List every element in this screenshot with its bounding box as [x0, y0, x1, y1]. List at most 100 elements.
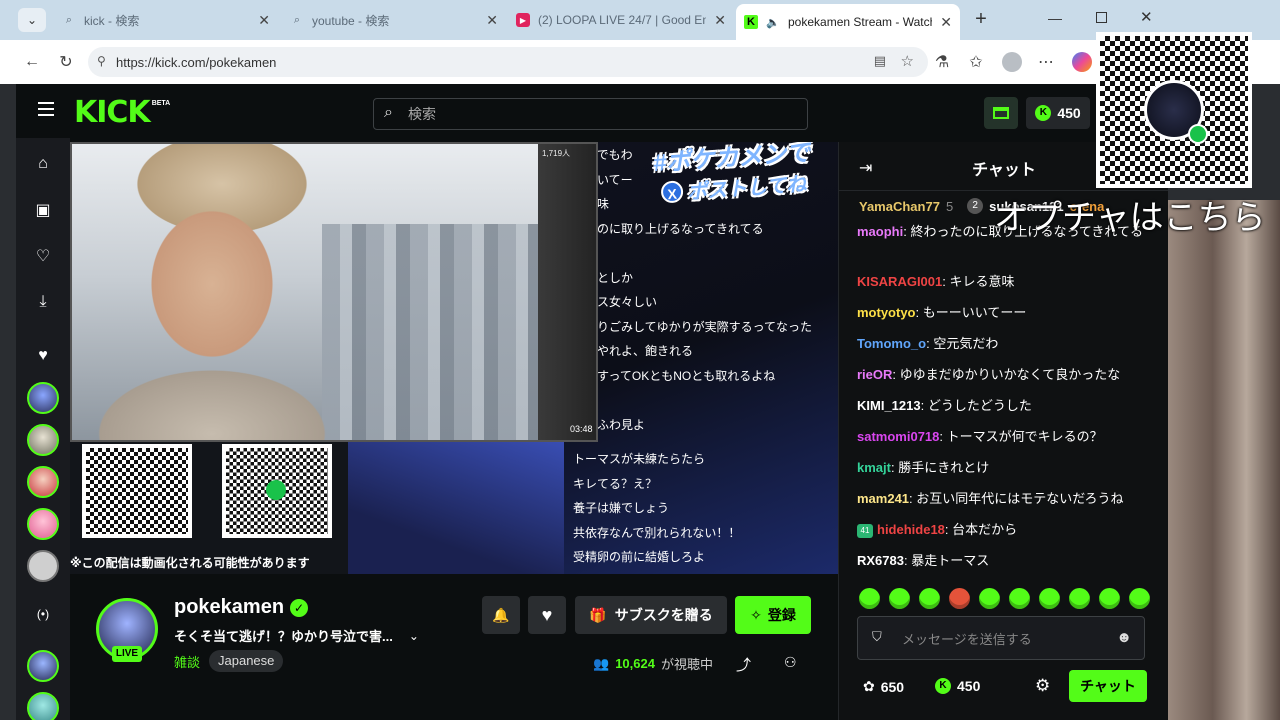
- site-info-icon[interactable]: ⚲: [97, 54, 106, 68]
- browser-tab-1[interactable]: ⌕ kick - 検索 ✕: [54, 6, 278, 34]
- avatar[interactable]: [27, 550, 59, 582]
- search-input[interactable]: ⌕ 検索: [373, 98, 808, 130]
- downloads-icon[interactable]: ⤓: [29, 288, 57, 316]
- rewards-button[interactable]: [984, 97, 1018, 129]
- favorite-star-icon[interactable]: ☆: [901, 52, 914, 70]
- emote-icon[interactable]: [1039, 588, 1060, 609]
- avatar[interactable]: [27, 508, 59, 540]
- channel-name[interactable]: pokekamen ✓: [174, 596, 309, 619]
- desktop-background-photo: [1168, 200, 1280, 720]
- emote-icon[interactable]: [949, 588, 970, 609]
- speaker-icon[interactable]: 🔈: [766, 15, 780, 29]
- close-window-icon[interactable]: ✕: [1140, 8, 1153, 26]
- extensions-icon[interactable]: ⚗: [930, 50, 954, 74]
- chevron-down-icon: ⌄: [26, 13, 38, 27]
- browser-toolbar: ← ↻ ⚲ https://kick.com/pokekamen ▤ ☆ ⚗ ✩…: [0, 40, 1280, 84]
- copilot-icon[interactable]: [1072, 52, 1092, 72]
- chat-username[interactable]: motyotyo: [857, 305, 916, 320]
- chat-username[interactable]: KIMI_1213: [857, 398, 921, 413]
- reader-mode-icon[interactable]: ▤: [874, 53, 886, 69]
- line-logo-icon: [266, 480, 286, 500]
- kick-logo[interactable]: KICK BETA: [74, 96, 170, 130]
- emote-icon[interactable]: [1129, 588, 1150, 609]
- maximize-icon[interactable]: [1096, 12, 1107, 23]
- close-tab-icon[interactable]: ✕: [486, 12, 498, 29]
- send-chat-button[interactable]: チャット: [1069, 670, 1147, 702]
- chevron-down-icon[interactable]: ⌄: [409, 629, 419, 643]
- close-tab-icon[interactable]: ✕: [714, 12, 726, 29]
- browser-tab-4-active[interactable]: K 🔈 pokekamen Stream - Watch L ✕: [736, 4, 960, 40]
- video-player[interactable]: ないでもわーいいてーる意味ったのに取り上げるなってきれてるで？稼ぎとしかーマス女…: [70, 142, 838, 574]
- avatar[interactable]: [27, 692, 59, 720]
- chat-username[interactable]: Tomomo_o: [857, 336, 926, 351]
- emote-icon[interactable]: [919, 588, 940, 609]
- gift-icon: 🎁: [589, 606, 607, 623]
- close-tab-icon[interactable]: ✕: [258, 12, 270, 29]
- chat-input[interactable]: ⛉ メッセージを送信する ☻: [857, 616, 1145, 660]
- pinned-user[interactable]: YamaChan77: [859, 199, 940, 214]
- emoji-icon[interactable]: ☻: [1116, 629, 1132, 646]
- category-tag[interactable]: 雑談: [174, 652, 200, 671]
- clip-icon[interactable]: ⚇: [784, 654, 797, 671]
- openchat-qr-code: [1096, 32, 1252, 188]
- kicks-balance[interactable]: ✿ 650: [863, 678, 904, 695]
- stream-notice: ※この配信は動画化される可能性があります: [70, 556, 310, 570]
- gift-subscription-button[interactable]: 🎁 サブスクを贈る: [575, 596, 727, 634]
- points-button[interactable]: K 450: [1026, 97, 1090, 129]
- emote-icon[interactable]: [889, 588, 910, 609]
- chat-username[interactable]: kmajt: [857, 460, 891, 475]
- chat-username[interactable]: rieOR: [857, 367, 892, 382]
- emote-icon[interactable]: [979, 588, 1000, 609]
- favorite-button[interactable]: ♥: [528, 596, 566, 634]
- chat-settings-icon[interactable]: ⚙: [1035, 676, 1050, 696]
- chat-message: RX6783: 暴走トーマス: [857, 551, 1157, 571]
- window-frame: [538, 144, 596, 440]
- menu-icon[interactable]: [38, 102, 54, 116]
- more-menu-icon[interactable]: ⋯: [1034, 50, 1058, 74]
- avatar[interactable]: [27, 466, 59, 498]
- chat-points-balance[interactable]: K 450: [935, 678, 980, 694]
- avatar[interactable]: [27, 424, 59, 456]
- emote-icon[interactable]: [1009, 588, 1030, 609]
- profile-avatar[interactable]: [1002, 52, 1022, 72]
- minimize-icon[interactable]: —: [1048, 10, 1062, 26]
- notification-button[interactable]: 🔔: [482, 596, 520, 634]
- emote-icon[interactable]: [859, 588, 880, 609]
- stream-title[interactable]: そくそ当て逃げ！？ゆかり号泣で害... ⌄: [174, 626, 419, 645]
- back-icon[interactable]: ←: [20, 50, 44, 74]
- home-icon[interactable]: ⌂: [29, 150, 57, 178]
- emote-icon[interactable]: [1099, 588, 1120, 609]
- language-tag[interactable]: Japanese: [209, 650, 284, 672]
- favorites-icon[interactable]: ✩: [964, 50, 988, 74]
- channel-name-text: pokekamen: [174, 596, 285, 618]
- share-icon[interactable]: ⤴: [736, 654, 751, 675]
- live-signal-icon[interactable]: (•): [29, 600, 57, 628]
- chat-separator: :: [892, 367, 900, 382]
- chat-username[interactable]: maophi: [857, 224, 903, 239]
- verified-icon: ✓: [290, 598, 309, 617]
- emote-icon[interactable]: [1069, 588, 1090, 609]
- tab-title: youtube - 検索: [312, 13, 390, 28]
- chat-username[interactable]: hidehide18: [877, 522, 945, 537]
- chat-username[interactable]: KISARAGI001: [857, 274, 942, 289]
- avatar[interactable]: [27, 382, 59, 414]
- chat-username[interactable]: mam241: [857, 491, 909, 506]
- avatar[interactable]: [27, 650, 59, 682]
- chat-message-list: maophi: 終わったのに取り上げるなってきれてる KISARAGI001: キ…: [839, 222, 1168, 582]
- browser-tab-2[interactable]: ⌕ youtube - 検索 ✕: [282, 6, 506, 34]
- chat-text: トーマスが何でキレるの？: [946, 429, 1103, 444]
- reload-icon[interactable]: ↻: [54, 50, 78, 74]
- live-badge: LIVE: [112, 646, 142, 662]
- heart-filled-icon[interactable]: ♥: [29, 342, 57, 370]
- browser-tab-3[interactable]: ▶ (2) LOOPA LIVE 24/7 | Good Ener ✕: [508, 6, 734, 34]
- new-tab-button[interactable]: +: [970, 8, 992, 30]
- address-bar[interactable]: ⚲ https://kick.com/pokekamen ▤ ☆: [88, 47, 928, 77]
- chat-username[interactable]: RX6783: [857, 553, 904, 568]
- close-tab-icon[interactable]: ✕: [940, 14, 952, 31]
- follow-button[interactable]: ✧ 登録: [735, 596, 811, 634]
- pinned-count: 5: [945, 198, 954, 214]
- following-icon[interactable]: ♡: [29, 242, 57, 270]
- browse-icon[interactable]: ▣: [29, 196, 57, 224]
- tab-actions-button[interactable]: ⌄: [18, 8, 46, 32]
- chat-username[interactable]: satmomi0718: [857, 429, 939, 444]
